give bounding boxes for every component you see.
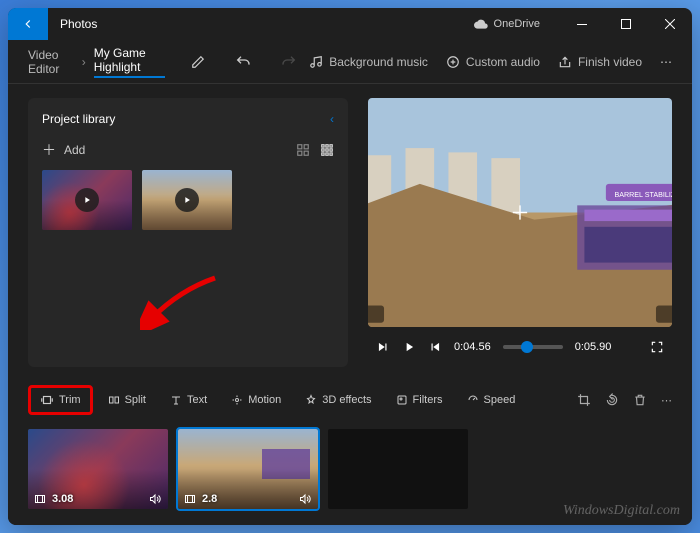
grid-large-icon[interactable] [296, 143, 310, 157]
clip-duration: 3.08 [52, 493, 73, 505]
more-timeline-button[interactable]: ⋯ [661, 394, 672, 407]
timeline-empty-slot[interactable] [328, 429, 468, 509]
library-clip-1[interactable] [42, 170, 132, 230]
plus-icon: ＋ [42, 140, 56, 160]
chevron-right-icon: › [82, 55, 86, 69]
delete-button[interactable] [633, 393, 647, 407]
grid-small-icon[interactable] [320, 143, 334, 157]
content-area: Project library ‹ ＋ Add [8, 84, 692, 375]
play-icon [75, 188, 99, 212]
onedrive-status[interactable]: OneDrive [474, 18, 540, 30]
seek-slider[interactable] [503, 345, 563, 349]
custom-audio-button[interactable]: Custom audio [446, 55, 540, 69]
more-button[interactable]: ⋯ [660, 55, 672, 69]
preview-panel: BARREL STABILIZER 0:04.56 0:05.90 [368, 98, 672, 367]
main-toolbar: Video Editor › My Game Highlight Backgro… [8, 40, 692, 84]
project-library: Project library ‹ ＋ Add [28, 98, 348, 367]
window-controls [560, 8, 692, 40]
library-thumbnails [42, 170, 334, 230]
timeline-clips: 3.08 2.8 [28, 429, 672, 509]
back-button[interactable] [8, 8, 48, 40]
titlebar: Photos OneDrive [8, 8, 692, 40]
play-button[interactable] [402, 340, 416, 354]
finish-video-button[interactable]: Finish video [558, 55, 642, 69]
background-music-button[interactable]: Background music [309, 55, 428, 69]
prev-frame-button[interactable] [376, 340, 390, 354]
effects-icon [305, 394, 317, 406]
trim-button[interactable]: Trim [28, 385, 93, 415]
redo-button[interactable] [281, 54, 297, 70]
undo-button[interactable] [235, 54, 251, 70]
text-icon [170, 394, 182, 406]
play-icon [175, 188, 199, 212]
music-icon [309, 55, 323, 69]
app-title: Photos [60, 17, 474, 31]
project-name[interactable]: My Game Highlight [94, 46, 166, 78]
library-title: Project library [42, 112, 115, 126]
close-button[interactable] [648, 8, 692, 40]
preview-controls: 0:04.56 0:05.90 [368, 327, 672, 367]
split-icon [108, 394, 120, 406]
timeline-clip-2[interactable]: 2.8 [178, 429, 318, 509]
clip-duration: 2.8 [202, 493, 217, 505]
clip-icon [184, 494, 196, 504]
edit-icon[interactable] [191, 55, 205, 69]
motion-button[interactable]: Motion [222, 388, 290, 412]
breadcrumb-root[interactable]: Video Editor [28, 48, 74, 76]
current-time: 0:04.56 [454, 341, 491, 353]
maximize-button[interactable] [604, 8, 648, 40]
timeline-clip-1[interactable]: 3.08 [28, 429, 168, 509]
next-frame-button[interactable] [428, 340, 442, 354]
speaker-icon[interactable] [148, 493, 162, 505]
motion-icon [231, 394, 243, 406]
split-button[interactable]: Split [99, 388, 155, 412]
filters-icon [396, 394, 408, 406]
speaker-icon[interactable] [298, 493, 312, 505]
total-time: 0:05.90 [575, 341, 612, 353]
minimize-button[interactable] [560, 8, 604, 40]
collapse-library-icon[interactable]: ‹ [330, 112, 334, 126]
speed-icon [467, 394, 479, 406]
preview-video[interactable]: BARREL STABILIZER [368, 98, 672, 327]
trim-icon [40, 394, 54, 406]
timeline-area: Trim Split Text Motion 3D effects Filter… [8, 375, 692, 525]
fullscreen-button[interactable] [650, 340, 664, 354]
app-window: Photos OneDrive Video Editor › My Game H… [8, 8, 692, 525]
speed-button[interactable]: Speed [458, 388, 525, 412]
clip-icon [34, 494, 46, 504]
export-icon [558, 55, 572, 69]
3d-effects-button[interactable]: 3D effects [296, 388, 380, 412]
filters-button[interactable]: Filters [387, 388, 452, 412]
text-button[interactable]: Text [161, 388, 216, 412]
audio-icon [446, 55, 460, 69]
rotate-button[interactable] [605, 393, 619, 407]
library-clip-2[interactable] [142, 170, 232, 230]
crop-button[interactable] [577, 393, 591, 407]
svg-text:BARREL STABILIZER: BARREL STABILIZER [614, 191, 672, 199]
timeline-toolbar: Trim Split Text Motion 3D effects Filter… [28, 385, 672, 415]
add-button[interactable]: ＋ Add [42, 140, 85, 160]
cloud-icon [474, 19, 488, 29]
